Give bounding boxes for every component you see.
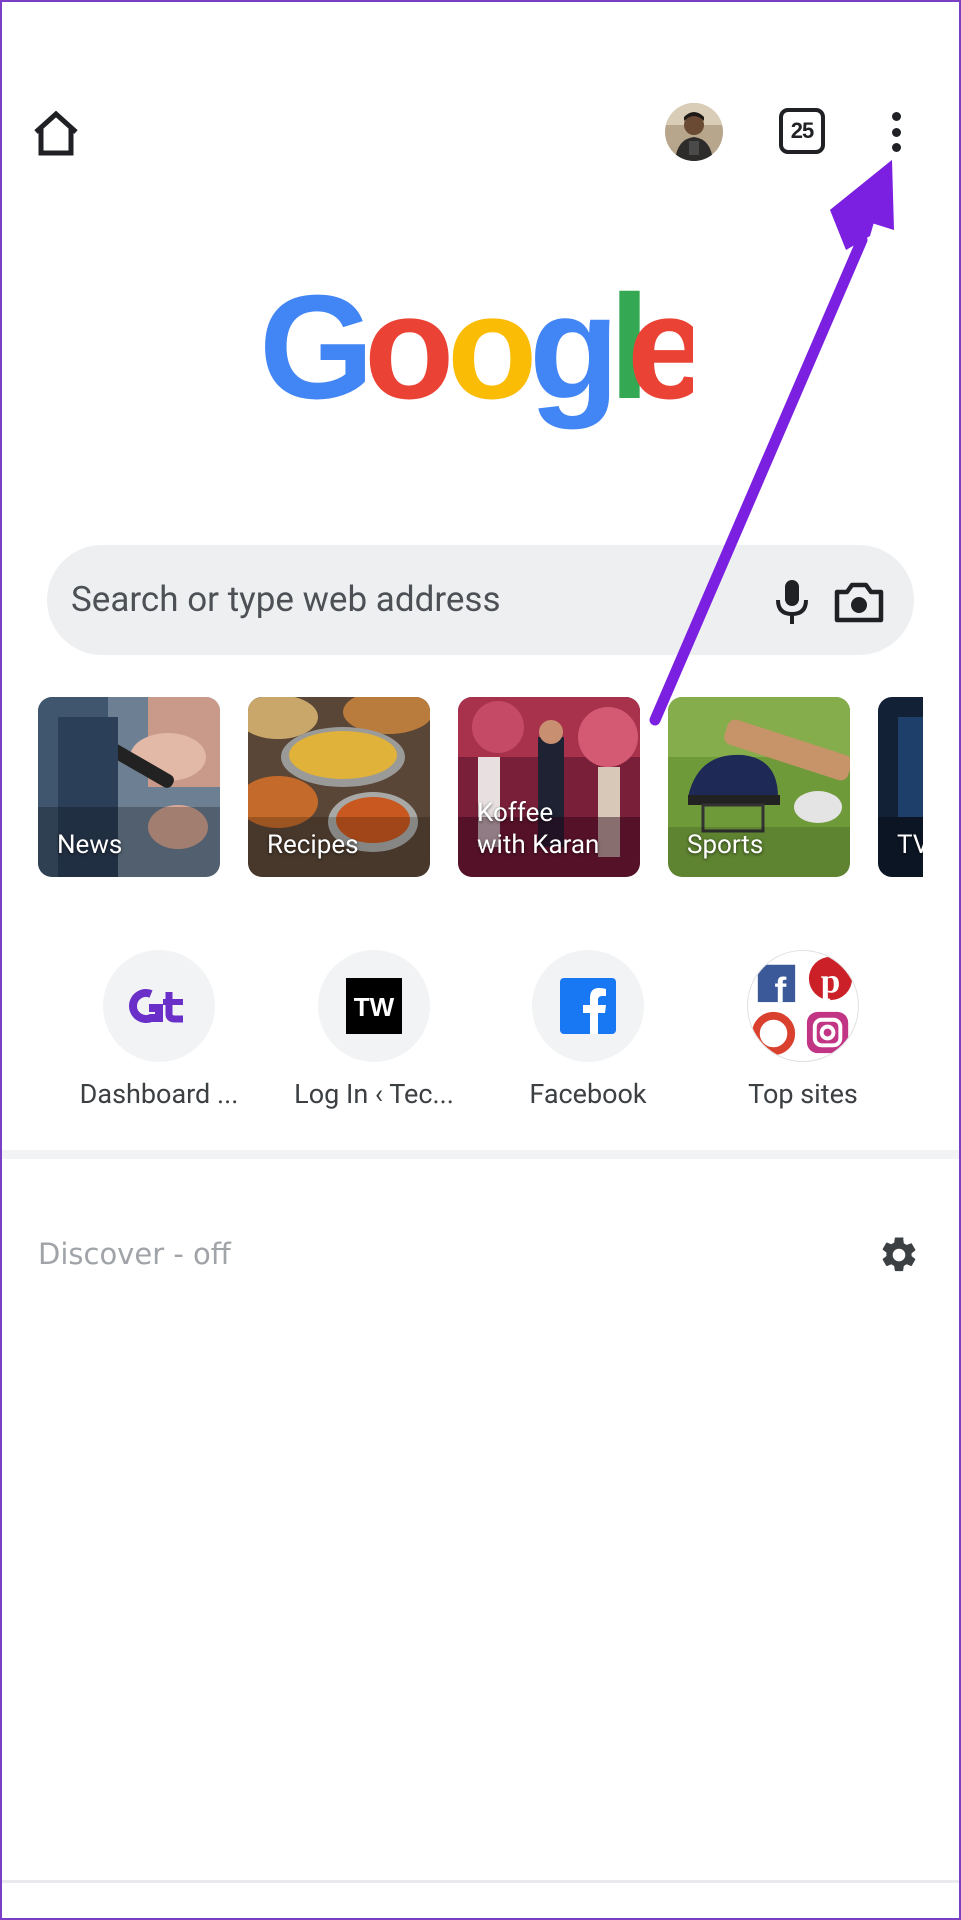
shortcut-top-sites[interactable]: f p Top sites <box>703 950 903 1110</box>
voice-search-button[interactable] <box>772 578 812 626</box>
bottom-edge <box>0 1880 961 1883</box>
camera-icon <box>834 582 884 623</box>
topic-label: Koffee with Karan <box>477 798 600 860</box>
svg-text:p: p <box>821 960 841 1000</box>
topic-tile-koffee-with-karan[interactable]: Koffee with Karan <box>458 697 640 877</box>
shortcut-label: Log In ‹ Tec... <box>294 1078 454 1110</box>
profile-avatar[interactable] <box>665 103 723 161</box>
topic-tile-tv[interactable]: TV <box>878 697 923 877</box>
svg-text:f: f <box>775 971 787 1010</box>
shortcut-facebook[interactable]: Facebook <box>488 950 688 1110</box>
shortcut-dashboard[interactable]: Dashboard ... <box>59 950 259 1110</box>
section-divider <box>0 1150 961 1159</box>
home-icon <box>34 110 78 156</box>
topic-tile-recipes[interactable]: Recipes <box>248 697 430 877</box>
discover-settings-button[interactable] <box>878 1234 920 1276</box>
topic-carousel: News Recipes Koffee with Karan Sports TV <box>38 697 923 877</box>
logo-letter-o1: o <box>364 290 454 430</box>
shortcut-label: Facebook <box>529 1078 647 1110</box>
top-sites-icon: f p <box>748 951 853 1056</box>
logo-letter-e: e <box>627 290 693 430</box>
home-button[interactable] <box>30 108 82 160</box>
gear-icon <box>882 1237 916 1272</box>
search-box[interactable]: Search or type web address <box>47 545 914 655</box>
topic-label: News <box>57 830 123 860</box>
gt-logo-icon <box>129 989 183 1023</box>
mic-icon <box>776 580 808 624</box>
logo-letter-o2: o <box>447 290 537 430</box>
discover-status: Discover - off <box>38 1237 231 1271</box>
shortcut-label: Top sites <box>748 1078 858 1110</box>
shortcut-log-in[interactable]: TW Log In ‹ Tec... <box>274 950 474 1110</box>
topic-tile-news[interactable]: News <box>38 697 220 877</box>
search-placeholder: Search or type web address <box>71 579 501 620</box>
svg-text:TW: TW <box>354 992 395 1022</box>
camera-search-button[interactable] <box>833 578 885 626</box>
more-menu-button[interactable] <box>878 108 914 156</box>
shortcut-label: Dashboard ... <box>79 1078 239 1110</box>
logo-letter-g2: g <box>529 290 619 430</box>
more-vert-icon <box>891 112 901 121</box>
tw-logo-icon: TW <box>346 978 402 1034</box>
topic-label: Sports <box>687 830 764 860</box>
topic-label: Recipes <box>267 830 359 860</box>
tab-switcher-button[interactable]: 25 <box>779 108 825 154</box>
logo-letter-g: G <box>259 290 374 430</box>
tab-count: 25 <box>790 118 815 143</box>
topic-label: TV <box>897 830 923 860</box>
google-logo: G o o g l e <box>259 265 709 450</box>
facebook-icon <box>560 978 616 1034</box>
topic-tile-sports[interactable]: Sports <box>668 697 850 877</box>
